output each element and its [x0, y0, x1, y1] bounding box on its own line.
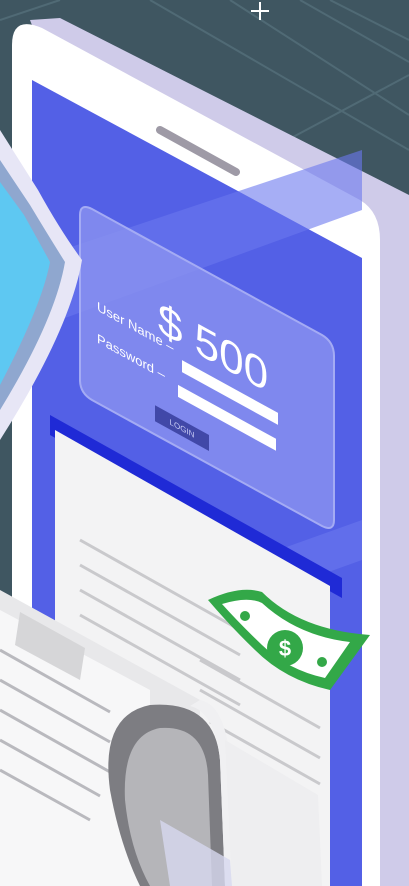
sparkle-icon — [251, 2, 269, 20]
illustration: $ 500 User Name – Password – LOGIN $ — [0, 0, 409, 886]
svg-text:$: $ — [279, 636, 291, 661]
